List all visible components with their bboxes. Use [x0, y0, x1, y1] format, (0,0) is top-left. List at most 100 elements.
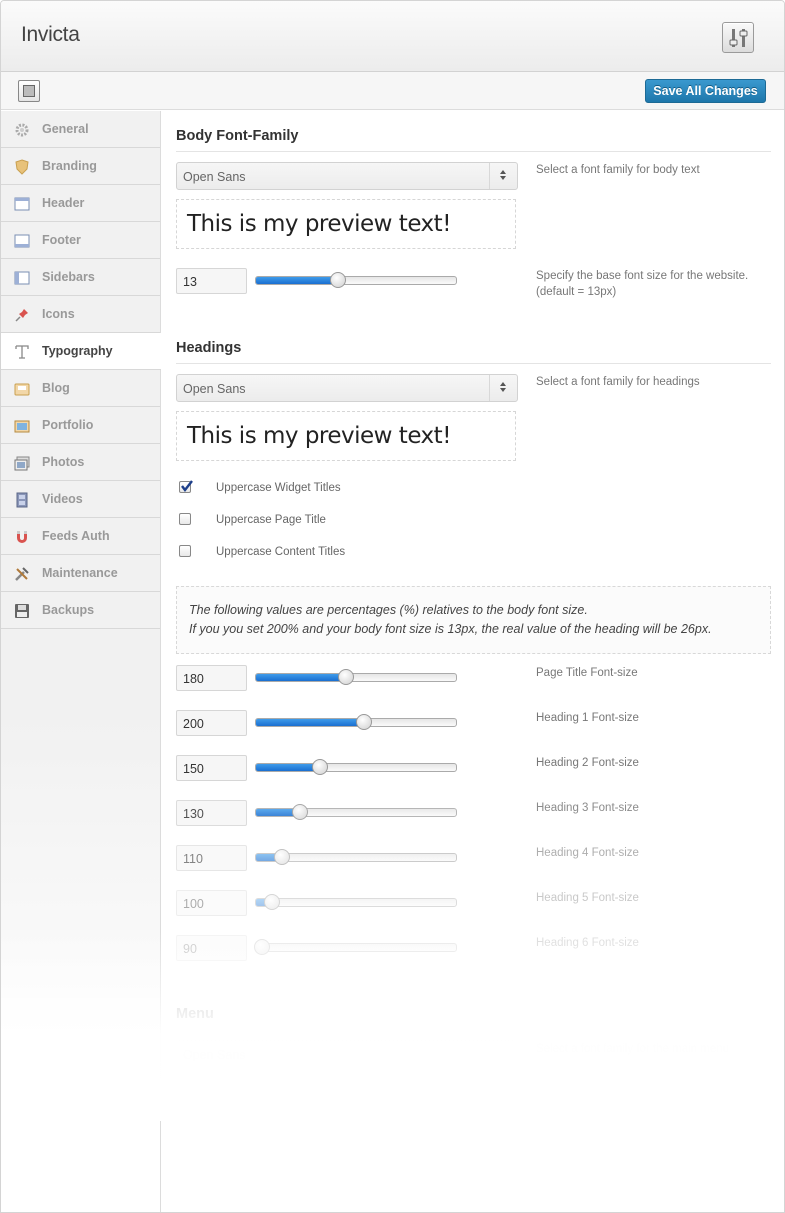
heading-size-value: 100: [183, 897, 204, 911]
heading-size-label: Heading 6 Font-size: [536, 937, 639, 949]
select-arrows-icon: [489, 163, 517, 189]
headings-section-title: Headings: [176, 340, 242, 356]
heading-size-input[interactable]: 200: [176, 710, 247, 736]
sidebar-item-label: Portfolio: [42, 418, 94, 432]
options-panel: Invicta Save All Changes General Branding…: [0, 0, 785, 1213]
headings-font-preview-text: This is my preview text!: [187, 423, 451, 449]
sidebar-item-header[interactable]: Header: [1, 185, 160, 222]
checkmark-icon: [181, 480, 193, 492]
headings-font-select-value: Open Sans: [183, 382, 246, 396]
uppercase-checkbox-3[interactable]: [179, 545, 191, 557]
body-font-size-input[interactable]: 13: [176, 268, 247, 294]
sidebar-item-portfolio[interactable]: Portfolio: [1, 407, 160, 444]
body-font-size-description: Specify the base font size for the websi…: [536, 268, 771, 300]
inbox-icon: [14, 383, 30, 396]
sidebar-item-icons[interactable]: Icons: [1, 296, 160, 333]
body-font-select-value: Open Sans: [183, 170, 246, 184]
sidebar-item-videos[interactable]: Videos: [1, 481, 160, 518]
heading-size-label: Heading 3 Font-size: [536, 802, 639, 814]
body-font-select[interactable]: Open Sans: [176, 162, 518, 190]
gear-icon: [15, 123, 29, 137]
slider-handle[interactable]: [356, 714, 372, 730]
heading-size-input[interactable]: 130: [176, 800, 247, 826]
headings-font-select[interactable]: Open Sans: [176, 374, 518, 402]
heading-size-input[interactable]: 110: [176, 845, 247, 871]
heading-size-input[interactable]: 90: [176, 935, 247, 961]
app-title: Invicta: [21, 23, 80, 46]
slider-fill: [256, 277, 338, 284]
menu-section-title: Menu: [176, 1006, 214, 1022]
heading-size-slider[interactable]: [254, 939, 457, 955]
slider-handle[interactable]: [338, 669, 354, 685]
heading-size-label: Heading 4 Font-size: [536, 847, 639, 859]
sidebar-item-label: Typography: [42, 344, 113, 358]
sidebar-item-footer[interactable]: Footer: [1, 222, 160, 259]
sidebar-item-label: Icons: [42, 307, 75, 321]
body-font-description: Select a font family for body text: [536, 164, 700, 176]
body-font-preview: This is my preview text!: [176, 199, 516, 249]
uppercase-checkbox-1[interactable]: [179, 480, 193, 493]
heading-size-slider[interactable]: [255, 894, 457, 910]
tools-icon: [15, 567, 29, 581]
heading-size-input[interactable]: 150: [176, 755, 247, 781]
menu-font-select[interactable]: Open Sans: [176, 1040, 518, 1068]
settings-button[interactable]: [722, 22, 754, 53]
sidebar-item-blog[interactable]: Blog: [1, 370, 160, 407]
sidebar-item-label: Backups: [42, 603, 95, 617]
toggle-sidebar-button[interactable]: [18, 80, 40, 102]
body-font-section-title: Body Font-Family: [176, 128, 299, 144]
uppercase-checkbox-label: Uppercase Page Title: [216, 514, 326, 526]
save-all-changes-button[interactable]: Save All Changes: [645, 79, 766, 103]
slider-handle[interactable]: [330, 272, 346, 288]
text-t-icon: [15, 345, 29, 359]
slider-fill: [256, 674, 346, 681]
heading-size-slider[interactable]: [255, 804, 457, 820]
uppercase-checkbox-label: Uppercase Content Titles: [216, 546, 346, 558]
slider-handle[interactable]: [254, 939, 270, 955]
sidebar-item-photos[interactable]: Photos: [1, 444, 160, 481]
body-font-preview-text: This is my preview text!: [187, 211, 451, 237]
body-font-size-desc-line2: (default = 13px): [536, 286, 617, 298]
uppercase-checkbox-label: Uppercase Widget Titles: [216, 482, 341, 494]
slider-handle[interactable]: [264, 894, 280, 910]
heading-size-slider[interactable]: [255, 714, 457, 730]
sliders-icon: [729, 29, 748, 47]
sidebar-nav: General Branding Header Footer Sidebars Icons…: [1, 111, 161, 1212]
sidebar-item-typography[interactable]: Typography: [1, 333, 161, 370]
sidebar-item-sidebars[interactable]: Sidebars: [1, 259, 160, 296]
heading-size-value: 90: [183, 942, 197, 956]
slider-fill: [256, 719, 364, 726]
floppy-disk-icon: [15, 604, 29, 618]
body-font-size-slider[interactable]: [255, 272, 457, 288]
sidebar-item-maintenance[interactable]: Maintenance: [1, 555, 160, 592]
pushpin-icon: [15, 309, 28, 322]
heading-size-value: 180: [183, 672, 204, 686]
toolbar: Save All Changes: [1, 72, 784, 110]
heading-size-value: 200: [183, 717, 204, 731]
uppercase-checkbox-2[interactable]: [179, 513, 191, 525]
square-icon: [23, 85, 35, 97]
heading-size-slider[interactable]: [255, 669, 457, 685]
sidebar-item-label: Photos: [42, 455, 85, 469]
sidebar-item-branding[interactable]: Branding: [1, 148, 160, 185]
sidebar-item-general[interactable]: General: [1, 111, 160, 148]
sidebar-item-label: Footer: [42, 233, 81, 247]
sidebar-item-label: Branding: [42, 159, 97, 173]
slider-handle[interactable]: [312, 759, 328, 775]
slider-handle[interactable]: [292, 804, 308, 820]
sidebar-item-label: General: [42, 122, 89, 136]
sidebar-item-backups[interactable]: Backups: [1, 592, 160, 629]
heading-size-slider[interactable]: [255, 849, 457, 865]
sidebar-item-feeds-auth[interactable]: Feeds Auth: [1, 518, 160, 555]
header-layout-icon: [14, 197, 30, 211]
sidebar-layout-icon: [14, 271, 30, 285]
heading-size-label: Heading 1 Font-size: [536, 712, 639, 724]
slider-handle[interactable]: [274, 849, 290, 865]
body-font-size-value: 13: [183, 275, 197, 289]
heading-size-input[interactable]: 180: [176, 665, 247, 691]
heading-size-value: 150: [183, 762, 204, 776]
heading-size-slider[interactable]: [255, 759, 457, 775]
menu-font-select-value: Open Sans: [183, 1048, 246, 1062]
panel-header: Invicta: [1, 1, 784, 72]
heading-size-input[interactable]: 100: [176, 890, 247, 916]
